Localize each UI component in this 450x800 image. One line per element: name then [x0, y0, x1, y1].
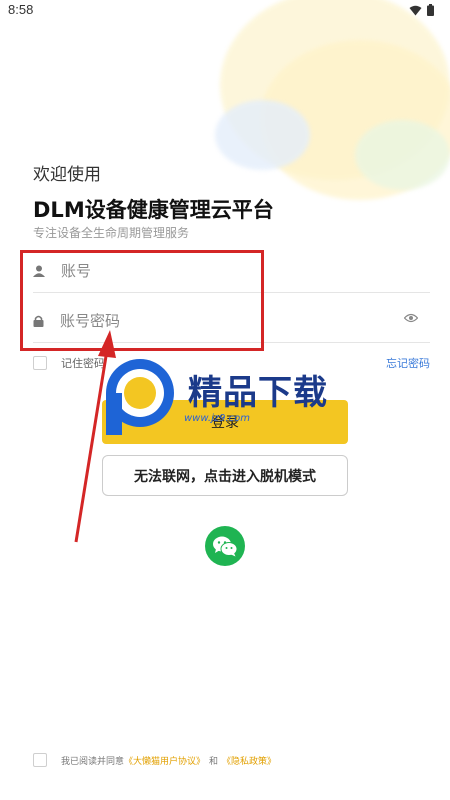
page-title: DLM设备健康管理云平台: [33, 198, 274, 222]
annotation-arrow: [74, 330, 116, 543]
offline-mode-button[interactable]: 无法联网，点击进入脱机模式: [102, 455, 348, 496]
annotation-highlight-box: [20, 250, 264, 351]
page-subtitle: 专注设备全生命周期管理服务: [33, 226, 190, 240]
eye-icon[interactable]: [404, 313, 418, 323]
agreement-prefix: 我已阅读并同意: [61, 756, 125, 767]
wechat-login-button[interactable]: [205, 526, 245, 566]
background-decoration: [215, 100, 310, 170]
agreement-checkbox[interactable]: [33, 753, 47, 767]
battery-icon: [427, 4, 434, 16]
forgot-password-link[interactable]: 忘记密码: [386, 355, 430, 371]
wechat-icon: [213, 536, 238, 557]
user-agreement-link[interactable]: 《大懒猫用户协议》: [124, 754, 205, 767]
watermark-url: www.jz9.com: [184, 413, 251, 424]
status-time: 8:58: [8, 2, 34, 17]
welcome-text: 欢迎使用: [33, 165, 101, 185]
privacy-policy-link[interactable]: 《隐私政策》: [222, 754, 276, 767]
watermark: 精品下载 www.jz9.com: [98, 355, 358, 445]
remember-checkbox[interactable]: [33, 356, 47, 370]
status-bar: 8:58: [0, 0, 450, 22]
background-decoration: [355, 120, 450, 190]
wifi-icon: [409, 5, 422, 15]
agreement-row: 我已阅读并同意 《大懒猫用户协议》 和 《隐私政策》: [33, 753, 276, 767]
agreement-and: 和: [209, 756, 219, 767]
status-icons: [409, 4, 434, 16]
watermark-text: 精品下载: [188, 373, 328, 413]
